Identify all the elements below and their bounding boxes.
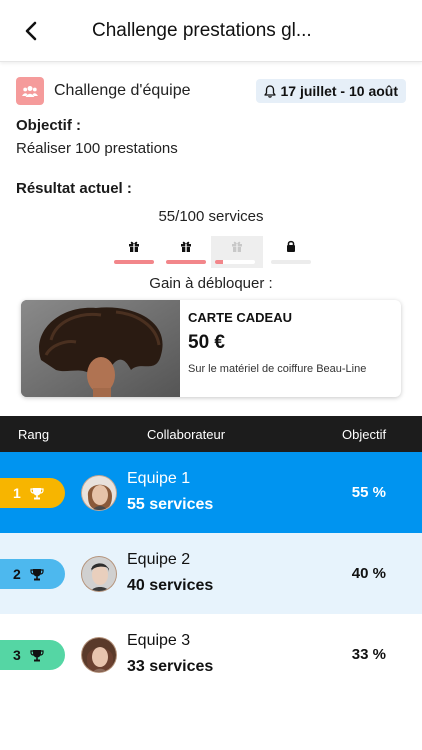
- member-column-header: Collaborateur: [147, 427, 226, 442]
- challenge-type-row: Challenge d'équipe 17 juillet - 10 août: [16, 77, 406, 105]
- step-1-progress: [114, 260, 154, 264]
- gift-icon: [181, 241, 191, 252]
- avatar: [81, 475, 117, 511]
- step-2[interactable]: [162, 236, 210, 268]
- reward-card[interactable]: CARTE CADEAU 50 € Sur le matériel de coi…: [21, 300, 401, 397]
- step-4[interactable]: [267, 236, 315, 268]
- team-name: Equipe 2: [127, 551, 191, 568]
- ranking-row[interactable]: 1 Equipe 1 55 services 55 %: [0, 452, 422, 534]
- trophy-icon: [30, 649, 44, 661]
- ranking-row[interactable]: 2 Equipe 2 40 services 40 %: [0, 533, 422, 615]
- objective-text: Réaliser 100 prestations: [16, 140, 178, 157]
- team-services: 40 services: [127, 577, 214, 594]
- rank-badge: 3: [0, 640, 65, 670]
- back-button[interactable]: [18, 18, 44, 44]
- top-app-bar: Challenge prestations gl...: [0, 0, 422, 62]
- objective-label: Objectif :: [16, 117, 82, 134]
- team-name: Equipe 3: [127, 632, 191, 649]
- reward-image: [21, 300, 180, 397]
- gift-icon: [129, 241, 139, 252]
- reward-description: Sur le matériel de coiffure Beau-Line: [188, 363, 367, 375]
- ranking-row[interactable]: 3 Equipe 3 33 services 33 %: [0, 614, 422, 696]
- trophy-icon: [30, 568, 44, 580]
- step-3-progress: [215, 260, 255, 264]
- rank-number: 3: [13, 647, 21, 663]
- step-4-progress: [271, 260, 311, 264]
- rank-badge: 2: [0, 559, 65, 589]
- step-3[interactable]: [211, 236, 263, 268]
- lock-icon: [287, 240, 295, 252]
- rank-column-header: Rang: [18, 427, 50, 442]
- team-percent: 55 %: [351, 484, 386, 501]
- reward-title: CARTE CADEAU: [188, 310, 292, 325]
- team-services: 33 services: [127, 658, 214, 675]
- page-title: Challenge prestations gl...: [92, 20, 312, 41]
- date-range-text: 17 juillet - 10 août: [280, 83, 398, 99]
- bell-icon: [263, 84, 276, 98]
- objective-column-header: Objectif: [342, 427, 387, 442]
- ranking-table-header: Rang Collaborateur Objectif: [0, 416, 422, 452]
- rank-badge: 1: [0, 478, 65, 508]
- date-range-chip: 17 juillet - 10 août: [255, 79, 406, 103]
- avatar: [81, 637, 117, 673]
- chevron-left-icon: [25, 21, 37, 41]
- team-name: Equipe 1: [127, 470, 191, 487]
- result-value: 55/100 services: [158, 208, 264, 225]
- rank-number: 2: [13, 566, 21, 582]
- result-label: Résultat actuel :: [16, 180, 132, 197]
- team-icon: [16, 77, 44, 105]
- step-1[interactable]: [110, 236, 158, 268]
- team-percent: 33 %: [351, 646, 386, 663]
- team-services: 55 services: [127, 496, 214, 513]
- challenge-type-label: Challenge d'équipe: [54, 82, 191, 99]
- reward-steps-tracker: [110, 236, 315, 268]
- trophy-icon: [30, 487, 44, 499]
- step-2-progress: [166, 260, 206, 264]
- avatar: [81, 556, 117, 592]
- reward-amount: 50 €: [188, 332, 225, 353]
- team-percent: 40 %: [351, 565, 386, 582]
- rank-number: 1: [13, 485, 21, 501]
- gift-icon: [232, 241, 242, 252]
- gain-label: Gain à débloquer :: [149, 275, 273, 292]
